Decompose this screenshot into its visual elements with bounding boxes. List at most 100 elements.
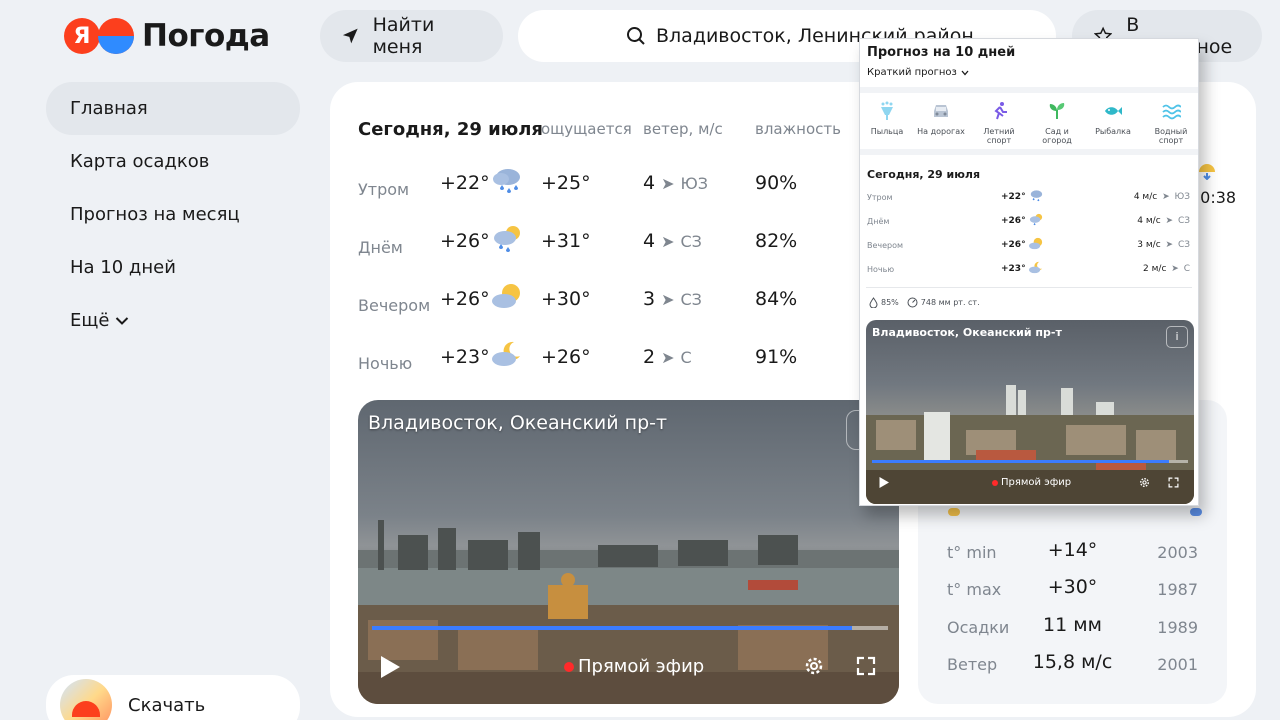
category-water-sport[interactable]: Водный спорт bbox=[1144, 101, 1198, 145]
find-me-label: Найти меня bbox=[372, 14, 435, 58]
fullscreen-icon[interactable] bbox=[1168, 477, 1179, 488]
wind: 2 м/с ➤ С bbox=[1143, 264, 1190, 274]
climate-row: t° max +30° 1987 bbox=[918, 572, 1227, 610]
sidebar-item-10days[interactable]: На 10 дней bbox=[46, 241, 300, 294]
temperature: +26° bbox=[440, 288, 490, 310]
sunset-icon bbox=[1199, 164, 1215, 181]
chevron-down-icon bbox=[116, 316, 129, 325]
download-app-button[interactable]: Скачать bbox=[46, 675, 300, 720]
live-label: Прямой эфир bbox=[578, 656, 705, 677]
category-summer-sport[interactable]: Летний спорт bbox=[972, 101, 1026, 145]
pollen-icon bbox=[881, 101, 893, 120]
info-icon[interactable]: i bbox=[1166, 326, 1188, 348]
period-label: Утром bbox=[867, 193, 893, 202]
climate-row: Осадки 11 мм 1989 bbox=[918, 610, 1227, 648]
progress-fill bbox=[372, 626, 852, 630]
column-header-wind: ветер, м/с bbox=[643, 120, 723, 138]
sun-cloud-icon bbox=[1028, 237, 1043, 250]
max-marker bbox=[1190, 508, 1202, 516]
humidity-value: 85% bbox=[881, 298, 899, 307]
live-label: Прямой эфир bbox=[1001, 477, 1072, 488]
yandex-logo-icon: Я bbox=[64, 18, 100, 54]
category-pollen[interactable]: Пыльца bbox=[860, 101, 914, 136]
temperature: +23° bbox=[1001, 264, 1026, 274]
temperature: +26° bbox=[1001, 216, 1026, 226]
period-label: Вечером bbox=[358, 296, 431, 315]
period-label: Ночью bbox=[867, 265, 895, 274]
category-garden[interactable]: Сад и огород bbox=[1030, 101, 1084, 145]
forecast-popup[interactable]: Прогноз на 10 дней Краткий прогноз Пыльц… bbox=[859, 38, 1199, 506]
waves-icon bbox=[1162, 104, 1181, 120]
sunset-info: 20:38 bbox=[1190, 158, 1236, 207]
category-label: На дорогах bbox=[917, 127, 965, 136]
wind-direction: С bbox=[1183, 264, 1190, 274]
climate-year: 1987 bbox=[1157, 580, 1198, 599]
wind-speed: 3 bbox=[643, 288, 656, 310]
popup-forecast-row: Утром +22° 4 м/с ➤ ЮЗ bbox=[860, 189, 1198, 211]
feels-like: +26° bbox=[541, 346, 591, 368]
sidebar-item-month[interactable]: Прогноз на месяц bbox=[46, 188, 300, 241]
period-label: Ночью bbox=[358, 354, 413, 373]
wind-arrow-icon: ➤ bbox=[1162, 192, 1170, 202]
period-label: Вечером bbox=[867, 241, 904, 250]
period-label: Днём bbox=[867, 217, 890, 226]
location-arrow-icon bbox=[342, 28, 358, 44]
forecast-row: Утром +22° +25° 4 ➤ ЮЗ 90% bbox=[330, 169, 870, 230]
temperature: +26° bbox=[440, 230, 490, 252]
forecast-type-dropdown[interactable]: Краткий прогноз bbox=[867, 67, 969, 78]
feels-like: +31° bbox=[541, 230, 591, 252]
webcam-video-player[interactable]: Владивосток, Океанский пр-т Прямой эфир bbox=[358, 400, 899, 704]
forecast-title: Сегодня, 29 июля bbox=[358, 119, 543, 140]
popup-forecast-row: Днём +26° 4 м/с ➤ СЗ bbox=[860, 213, 1198, 235]
forecast-row: Днём +26° +31° 4 ➤ СЗ 82% bbox=[330, 226, 870, 288]
temperature: +23° bbox=[440, 346, 490, 368]
gear-icon[interactable] bbox=[802, 654, 826, 678]
find-me-button[interactable]: Найти меня bbox=[320, 10, 503, 62]
live-indicator: Прямой эфир bbox=[564, 656, 704, 677]
play-icon[interactable] bbox=[378, 654, 402, 680]
wind-direction: СЗ bbox=[1177, 240, 1190, 250]
logo-text: Погода bbox=[142, 18, 270, 54]
wind-arrow-icon: ➤ bbox=[1165, 216, 1174, 226]
wind-arrow-icon: ➤ bbox=[661, 174, 675, 193]
category-label: Летний спорт bbox=[983, 127, 1015, 145]
column-header-humidity: влажность bbox=[755, 120, 841, 138]
wind-speed: 2 м/с bbox=[1143, 264, 1167, 274]
humidity: 82% bbox=[755, 230, 798, 252]
sidebar-item-label: Ещё bbox=[70, 310, 110, 331]
moon-cloud-icon bbox=[490, 338, 524, 376]
sidebar-item-more[interactable]: Ещё bbox=[46, 294, 300, 347]
wind-direction: ЮЗ bbox=[680, 174, 709, 193]
sidebar-item-home[interactable]: Главная bbox=[46, 82, 300, 135]
play-icon[interactable] bbox=[878, 476, 890, 489]
car-icon bbox=[934, 105, 948, 117]
drop-icon bbox=[869, 297, 878, 308]
temperature: +22° bbox=[1001, 192, 1026, 202]
wind-speed: 4 м/с bbox=[1137, 216, 1161, 226]
wind-arrow-icon: ➤ bbox=[661, 348, 675, 367]
wind-speed: 2 bbox=[643, 346, 656, 368]
popup-progress-bar[interactable] bbox=[872, 460, 1188, 463]
video-progress-bar[interactable] bbox=[372, 626, 888, 630]
yandex-weather-logo[interactable]: Я Погода bbox=[64, 18, 270, 54]
forecast-row: Ночью +23° +26° 2 ➤ С 91% bbox=[330, 341, 870, 404]
period-label: Днём bbox=[358, 238, 403, 257]
column-header-feels: ощущается bbox=[541, 120, 632, 138]
feels-like: +30° bbox=[541, 288, 591, 310]
divider bbox=[866, 287, 1192, 288]
sidebar-item-precip-map[interactable]: Карта осадков bbox=[46, 135, 300, 188]
live-indicator: Прямой эфир bbox=[992, 477, 1071, 488]
wind-speed: 3 м/с bbox=[1137, 240, 1161, 250]
period-label: Утром bbox=[358, 180, 410, 199]
sun-cloud-icon bbox=[490, 280, 524, 318]
wind-direction: СЗ bbox=[680, 232, 702, 251]
climate-row: Ветер 15,8 м/с 2001 bbox=[918, 647, 1227, 685]
app-icon bbox=[60, 679, 112, 720]
category-fishing[interactable]: Рыбалка bbox=[1086, 101, 1140, 136]
fullscreen-icon[interactable] bbox=[856, 656, 876, 676]
progress-fill bbox=[872, 460, 1170, 463]
search-icon bbox=[627, 27, 645, 45]
popup-webcam-player[interactable]: Владивосток, Океанский пр-т i Прямой эфи… bbox=[866, 320, 1194, 504]
gear-icon[interactable] bbox=[1138, 476, 1151, 489]
category-roads[interactable]: На дорогах bbox=[914, 101, 968, 136]
